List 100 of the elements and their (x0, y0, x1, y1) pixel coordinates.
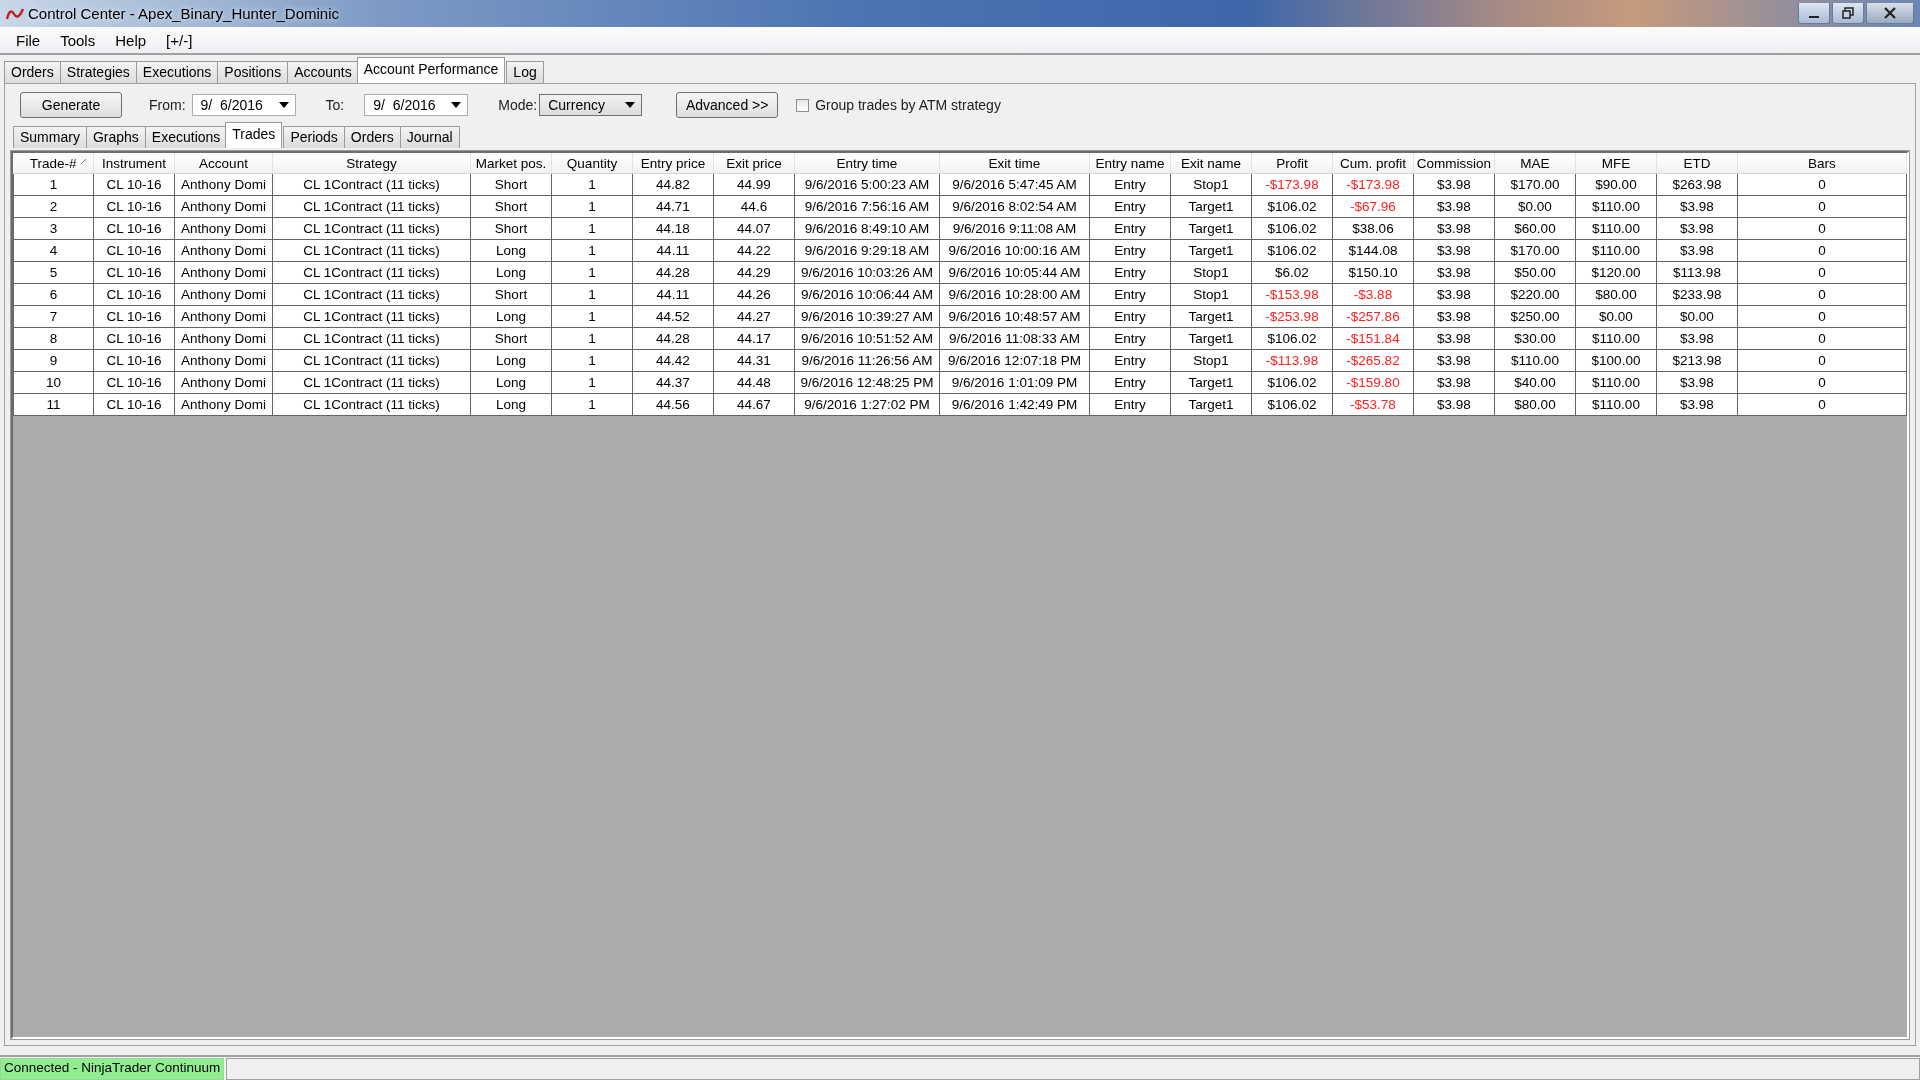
table-cell: $106.02 (1251, 239, 1333, 262)
column-header[interactable]: Account (174, 153, 273, 174)
menu-item[interactable]: File (6, 31, 51, 49)
menu-item[interactable]: Help (105, 31, 157, 49)
table-cell: 9/6/2016 10:06:44 AM (794, 283, 940, 306)
column-header[interactable]: ETD (1656, 153, 1738, 174)
table-cell: Short (470, 173, 552, 196)
table-cell: -$151.84 (1332, 327, 1414, 350)
table-cell: Long (470, 261, 552, 284)
column-header[interactable]: Trade-# (13, 153, 94, 174)
table-cell: Anthony Domi (174, 371, 273, 394)
column-header[interactable]: Entry name (1089, 153, 1171, 174)
caret-icon (278, 102, 289, 108)
column-header[interactable]: MFE (1575, 153, 1657, 174)
tab[interactable]: Positions (217, 61, 289, 83)
table-cell: $3.98 (1413, 327, 1495, 350)
sub-tab[interactable]: Periods (283, 126, 345, 148)
table-cell: 44.28 (632, 327, 714, 350)
sub-tab[interactable]: Executions (144, 126, 228, 148)
table-cell: Anthony Domi (174, 217, 273, 240)
table-cell: $144.08 (1332, 239, 1414, 262)
table-cell: Anthony Domi (174, 393, 273, 416)
maximize-button[interactable] (1832, 3, 1864, 24)
tab[interactable]: Log (506, 61, 544, 83)
table-cell: Target1 (1170, 195, 1252, 218)
column-header[interactable]: Cum. profit (1332, 153, 1414, 174)
close-button[interactable] (1866, 3, 1914, 24)
column-header[interactable]: Exit price (713, 153, 795, 174)
column-header[interactable]: MAE (1494, 153, 1576, 174)
table-cell: $80.00 (1494, 393, 1576, 416)
table-cell: 8 (13, 327, 94, 350)
table-cell: Entry (1089, 349, 1171, 372)
sub-tab[interactable]: Journal (399, 126, 460, 148)
checkbox[interactable] (796, 98, 810, 112)
table-cell: Target1 (1170, 371, 1252, 394)
table-cell: CL 10-16 (93, 261, 175, 284)
sub-tab[interactable]: Graphs (85, 126, 146, 148)
column-header[interactable]: Strategy (272, 153, 471, 174)
table-cell: $60.00 (1494, 217, 1576, 240)
generate-button[interactable]: Generate (20, 92, 122, 118)
table-cell: 44.48 (713, 371, 795, 394)
table-cell: $3.98 (1656, 327, 1738, 350)
column-header[interactable]: Market pos. (470, 153, 552, 174)
column-header[interactable]: Instrument (93, 153, 175, 174)
column-header[interactable]: Commission (1413, 153, 1495, 174)
table-cell: -$153.98 (1251, 283, 1333, 306)
table-cell: $3.98 (1656, 393, 1738, 416)
column-header[interactable]: Profit (1251, 153, 1333, 174)
table-cell: $3.98 (1656, 239, 1738, 262)
column-header[interactable]: Exit name (1170, 153, 1252, 174)
checkbox-label: Group trades by ATM strategy (815, 97, 1001, 113)
column-header[interactable]: Entry time (794, 153, 940, 174)
advanced-button[interactable]: Advanced >> (676, 92, 779, 118)
table-cell: 0 (1737, 239, 1907, 262)
sub-tab[interactable]: Trades (225, 122, 283, 148)
table-cell: $50.00 (1494, 261, 1576, 284)
menu-item[interactable]: [+/-] (156, 31, 203, 49)
connection-status: Connected - NinjaTrader Continuum (0, 1058, 225, 1080)
tab[interactable]: Strategies (59, 61, 137, 83)
table-cell: 44.11 (632, 239, 714, 262)
table-cell: 44.07 (713, 217, 795, 240)
table-cell: 1 (551, 305, 633, 328)
table-cell: CL 1Contract (11 ticks) (272, 283, 471, 306)
table-cell: $170.00 (1494, 239, 1576, 262)
table-cell: 0 (1737, 349, 1907, 372)
from-date-picker[interactable]: 9/ 6/2016 (191, 94, 296, 116)
table-cell: 1 (551, 393, 633, 416)
table-cell: 9/6/2016 9:11:08 AM (939, 217, 1090, 240)
table-cell: Short (470, 195, 552, 218)
table-cell: 9/6/2016 1:01:09 PM (939, 371, 1090, 394)
sub-tab[interactable]: Orders (343, 126, 401, 148)
column-header[interactable]: Quantity (551, 153, 633, 174)
column-header[interactable]: Bars (1737, 153, 1907, 174)
table-cell: 1 (551, 283, 633, 306)
tab[interactable]: Account Performance (356, 57, 506, 83)
to-date-picker[interactable]: 9/ 6/2016 (364, 94, 469, 116)
column-header[interactable]: Exit time (939, 153, 1090, 174)
tab[interactable]: Orders (4, 61, 61, 83)
mode-dropdown[interactable]: Currency (539, 94, 643, 116)
menu-item[interactable]: Tools (50, 31, 106, 49)
table-cell: $110.00 (1575, 217, 1657, 240)
table-cell: 44.26 (713, 283, 795, 306)
table-cell: 44.28 (632, 261, 714, 284)
field-label: Mode: (498, 97, 538, 113)
table-cell: $106.02 (1251, 393, 1333, 416)
table-cell: $3.98 (1413, 239, 1495, 262)
table-cell: CL 10-16 (93, 283, 175, 306)
table-cell: $3.98 (1413, 393, 1495, 416)
table-cell: 1 (551, 371, 633, 394)
column-header[interactable]: Entry price (632, 153, 714, 174)
table-cell: 0 (1737, 283, 1907, 306)
table-cell: Long (470, 239, 552, 262)
table-cell: Short (470, 283, 552, 306)
table-cell: $110.00 (1575, 393, 1657, 416)
table-cell: $113.98 (1656, 261, 1738, 284)
tab[interactable]: Executions (135, 61, 219, 83)
minimize-button[interactable] (1798, 3, 1830, 24)
sub-tab[interactable]: Summary (13, 126, 87, 148)
tab[interactable]: Accounts (287, 61, 359, 83)
table-cell: $106.02 (1251, 217, 1333, 240)
